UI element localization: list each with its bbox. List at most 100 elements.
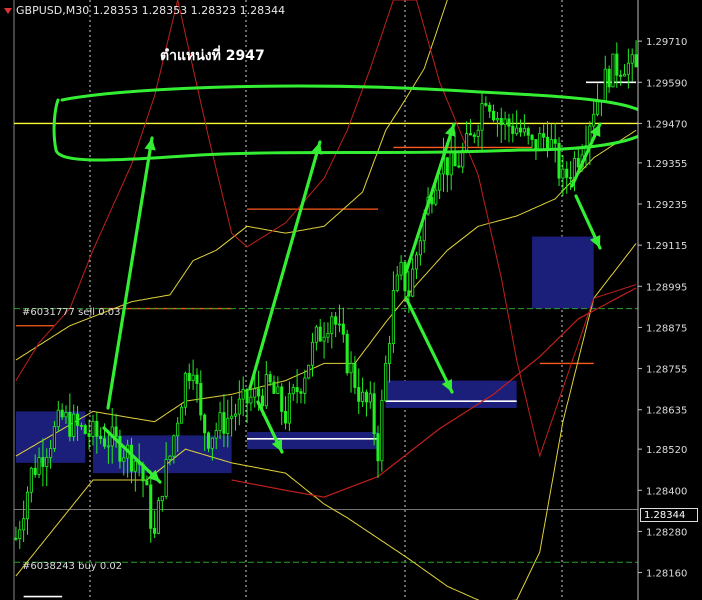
candle-body [438,173,442,191]
candle-body [507,118,511,127]
candle-body [25,491,30,520]
candle-body [172,435,176,457]
candle-body [253,388,257,398]
candle-body [299,391,303,394]
candle-body [283,411,288,424]
candle-body [495,118,499,121]
candle-body [91,420,95,437]
candle-body [545,136,550,150]
candle-body [457,165,461,168]
candle [187,363,191,390]
candle-body [210,437,214,449]
candle-body [264,374,268,407]
candle-body [218,412,222,431]
candle [183,371,187,416]
candle-body [376,433,380,462]
candle-body [357,387,361,402]
candle [280,383,284,425]
candle [619,70,623,86]
candle-body [145,480,149,486]
candle [330,312,334,349]
candle-body [287,393,291,424]
candle [545,121,550,158]
axis-tick-label: 1.29470 [646,119,687,130]
candle [25,486,30,535]
candle-body [445,157,449,176]
candle-body [226,417,230,434]
candle-body [384,363,388,401]
candle [411,257,415,298]
axis-tick-label: 1.28520 [646,445,687,456]
candle [299,388,303,404]
candle [603,55,607,101]
candle-body [515,127,519,134]
candle-body [106,445,110,448]
candle-body [526,128,530,136]
candle [218,401,222,440]
candle [384,355,388,403]
candle [399,255,403,281]
candle-body [230,415,234,419]
candle-body [626,62,630,75]
candle-body [187,372,191,382]
candle [237,380,241,426]
candle [391,271,395,353]
candle [538,127,542,152]
candle-body [52,426,56,449]
candle-body [407,290,411,297]
candle [361,377,365,408]
order-label-sell[interactable]: #6031777 sell 0.03 [22,307,120,318]
candle-body [538,133,542,152]
trading-chart[interactable]: 1.29710 1.29590 1.29470 1.29355 1.29235 1.291… [0,0,702,600]
candle-body [364,391,368,403]
candle [272,375,276,394]
arrow-up-3 [404,122,456,274]
candle-body [176,422,180,437]
candle-body [222,412,226,434]
candle [18,520,22,549]
candle-body [353,362,357,388]
candle-body [403,261,407,292]
candle-body [87,433,91,437]
candle [326,322,330,343]
candle-body [596,100,600,115]
chart-header: GBPUSD,M30 1.28353 1.28353 1.28323 1.283… [4,4,285,17]
candle [334,312,338,338]
candle [565,161,569,194]
axis-tick-label: 1.29710 [646,37,687,48]
candle [72,404,76,442]
order-label-buy[interactable]: #6038243 buy 0.02 [22,561,122,572]
candle-body [41,457,45,467]
candle-body [233,413,238,417]
candle-body [303,377,307,394]
candle-body [341,323,345,335]
candle-body [83,425,87,434]
candle-body [272,381,276,394]
candle [503,111,507,140]
candle [549,123,553,151]
chart-canvas[interactable]: 1.29710 1.29590 1.29470 1.29355 1.29235 1.291… [0,0,702,600]
candle [357,368,361,415]
candle [518,119,523,137]
candle-body [149,484,153,529]
candle-body [257,388,261,397]
candle-body [203,414,207,434]
candle-body [503,118,507,126]
candle-body [118,435,122,462]
candle-body [569,177,573,179]
candle [230,396,234,437]
candle-body [33,467,37,475]
zone-rect [247,432,378,450]
collapse-triangle-icon[interactable] [4,8,12,14]
candle-body [472,134,476,137]
candle-body [465,133,469,151]
candle-body [64,412,68,418]
candle [318,319,322,342]
candle-body [411,268,415,297]
candle-body [511,125,515,134]
candle-body [491,110,496,121]
candle-body [561,168,565,179]
axis-tick-label: 1.29590 [646,78,687,89]
candle [414,251,419,279]
candle-body [245,389,249,404]
